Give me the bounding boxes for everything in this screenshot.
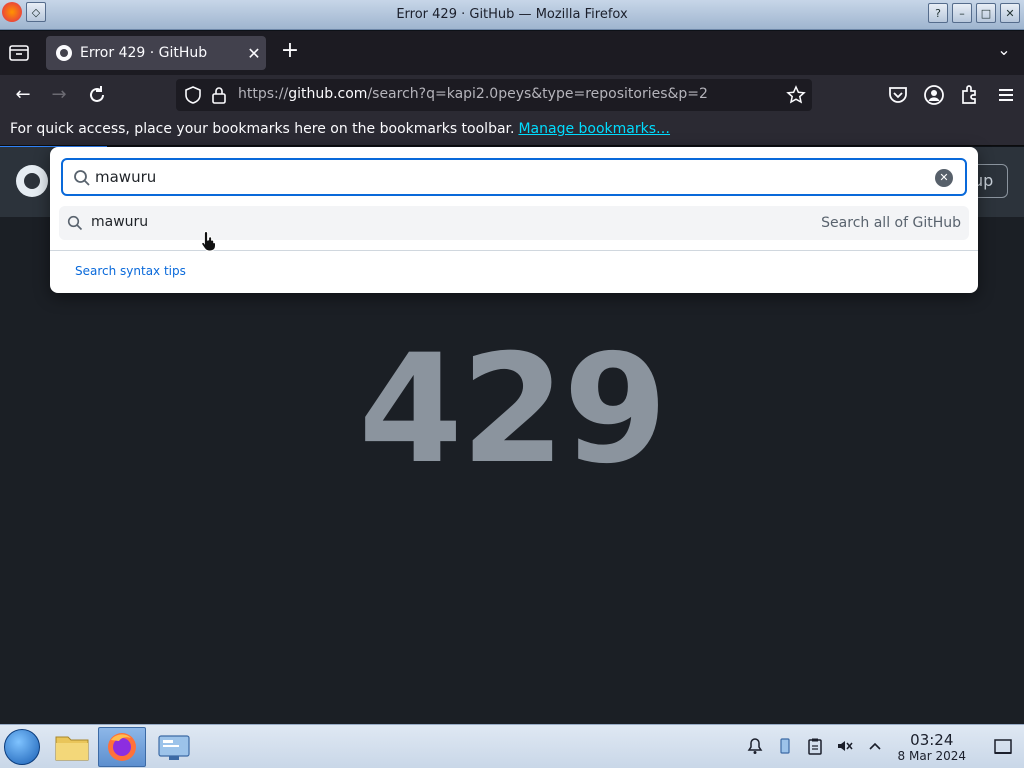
help-button[interactable]: ? xyxy=(928,3,948,23)
bookmarks-hint: For quick access, place your bookmarks h… xyxy=(10,121,670,137)
bookmarks-message: For quick access, place your bookmarks h… xyxy=(10,121,515,137)
system-settings-taskbar-icon[interactable] xyxy=(150,727,198,767)
clear-search-icon[interactable]: ✕ xyxy=(935,169,953,187)
maximize-button[interactable]: □ xyxy=(976,3,996,23)
url-path: /search?q=kapi2.0peys&type=repositories&… xyxy=(367,86,708,102)
network-icon[interactable] xyxy=(776,737,794,755)
clock-time: 03:24 xyxy=(910,731,954,749)
file-manager-taskbar-icon[interactable] xyxy=(48,727,96,767)
system-tray xyxy=(746,737,884,755)
clipboard-icon[interactable] xyxy=(806,737,824,755)
window-title: Error 429 · GitHub — Mozilla Firefox xyxy=(396,7,628,22)
start-menu-button[interactable] xyxy=(4,729,40,765)
github-favicon-icon xyxy=(56,45,72,61)
search-icon xyxy=(67,215,83,231)
url-scheme: https:// xyxy=(238,86,289,102)
clock[interactable]: 03:24 8 Mar 2024 xyxy=(898,731,966,763)
tab-active[interactable]: Error 429 · GitHub ✕ xyxy=(46,36,266,70)
error-main: 429 xyxy=(0,217,1024,724)
minimize-button[interactable]: – xyxy=(952,3,972,23)
suggestion-text: mawuru xyxy=(91,214,149,230)
hand-cursor-icon xyxy=(201,230,216,252)
taskbar: 03:24 8 Mar 2024 xyxy=(0,724,1024,768)
tray-expand-chevron-icon[interactable] xyxy=(866,737,884,755)
close-window-button[interactable]: ✕ xyxy=(1000,3,1020,23)
firefox-view-icon[interactable] xyxy=(8,43,30,63)
navigation-bar: ← → https://github.com/search?q=kapi2.0p… xyxy=(0,75,1024,115)
url-host: github.com xyxy=(288,86,368,102)
url-bar[interactable]: https://github.com/search?q=kapi2.0peys&… xyxy=(176,79,812,111)
tab-title: Error 429 · GitHub xyxy=(80,45,208,61)
show-desktop-icon[interactable] xyxy=(992,737,1014,757)
suggestion-hint: Search all of GitHub xyxy=(821,215,961,231)
extensions-icon[interactable] xyxy=(958,83,982,107)
notifications-icon[interactable] xyxy=(746,737,764,755)
search-syntax-tips-link[interactable]: Search syntax tips xyxy=(75,264,186,278)
clock-date: 8 Mar 2024 xyxy=(897,749,966,763)
divider xyxy=(50,250,978,251)
reload-icon[interactable] xyxy=(84,83,110,107)
bookmarks-toolbar: For quick access, place your bookmarks h… xyxy=(0,115,1024,146)
search-icon xyxy=(74,170,90,186)
firefox-taskbar-icon[interactable] xyxy=(98,727,146,767)
account-icon[interactable] xyxy=(922,83,946,107)
search-suggestion-item[interactable]: mawuru Search all of GitHub xyxy=(59,206,969,240)
github-logo-icon[interactable] xyxy=(16,165,48,197)
back-button[interactable]: ← xyxy=(10,83,36,107)
new-tab-button[interactable]: + xyxy=(278,40,302,64)
window-titlebar[interactable]: ◇ Error 429 · GitHub — Mozilla Firefox ?… xyxy=(0,0,1024,30)
url-text[interactable]: https://github.com/search?q=kapi2.0peys&… xyxy=(238,86,708,102)
hamburger-menu-icon[interactable] xyxy=(994,83,1018,107)
pocket-icon[interactable] xyxy=(886,83,910,107)
search-input-wrapper[interactable]: ✕ xyxy=(61,158,967,196)
error-code: 429 xyxy=(358,323,667,497)
forward-button[interactable]: → xyxy=(46,83,72,107)
screen: ◇ Error 429 · GitHub — Mozilla Firefox ?… xyxy=(0,0,1024,768)
manage-bookmarks-link[interactable]: Manage bookmarks… xyxy=(518,121,670,137)
tab-close-icon[interactable]: ✕ xyxy=(242,44,266,63)
lock-icon[interactable] xyxy=(210,85,228,105)
tracking-protection-shield-icon[interactable] xyxy=(184,85,202,105)
bookmark-star-icon[interactable] xyxy=(786,85,806,105)
search-dialog: ✕ mawuru Search all of GitHub Search syn… xyxy=(50,147,978,293)
volume-muted-icon[interactable] xyxy=(836,737,854,755)
search-input[interactable] xyxy=(95,164,925,190)
list-all-tabs-icon[interactable]: ⌄ xyxy=(994,40,1014,64)
